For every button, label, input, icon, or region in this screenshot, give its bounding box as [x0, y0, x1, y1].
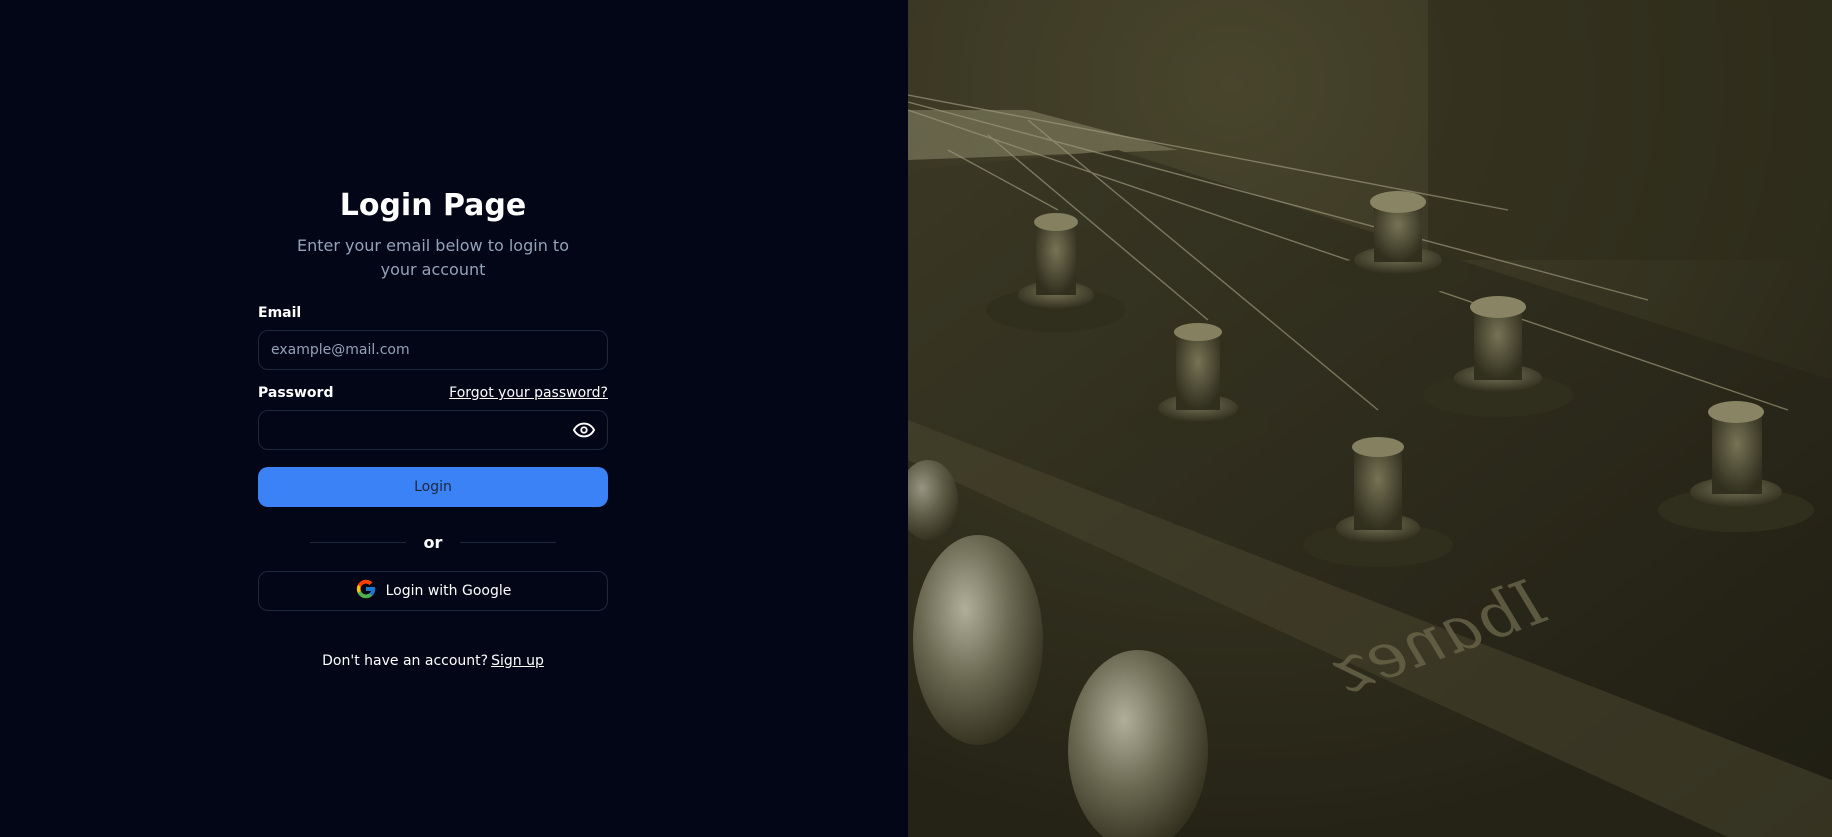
password-label-row: Password Forgot your password? [258, 384, 608, 402]
password-label: Password [258, 385, 334, 401]
login-panel: Login Page Enter your email below to log… [0, 0, 908, 837]
google-button-label: Login with Google [385, 583, 512, 599]
password-input[interactable] [258, 410, 608, 450]
email-label-row: Email [258, 304, 608, 322]
page-subtitle: Enter your email below to login to your … [297, 236, 569, 279]
signup-link[interactable]: Sign up [491, 653, 544, 669]
or-divider: or [258, 532, 608, 552]
login-form: Login Page Enter your email below to log… [258, 185, 608, 669]
divider-line-right [460, 541, 557, 543]
google-login-button[interactable]: Login with Google [258, 571, 608, 611]
forgot-password-link[interactable]: Forgot your password? [449, 385, 608, 401]
hero-image: Ibanez [908, 0, 1832, 837]
signup-prompt: Don't have an account? Sign up [258, 653, 608, 669]
page-title: Login Page [339, 188, 527, 223]
login-button[interactable]: Login [258, 467, 608, 507]
divider-text: or [423, 532, 443, 552]
signup-prompt-text: Don't have an account? [322, 653, 489, 669]
divider-line-left [309, 541, 406, 543]
google-logo-icon [355, 578, 377, 604]
email-input[interactable] [258, 330, 608, 370]
email-label: Email [258, 305, 302, 321]
guitar-headstock-image: Ibanez [908, 0, 1832, 837]
eye-icon[interactable] [572, 419, 596, 441]
password-field-wrapper [258, 410, 608, 450]
